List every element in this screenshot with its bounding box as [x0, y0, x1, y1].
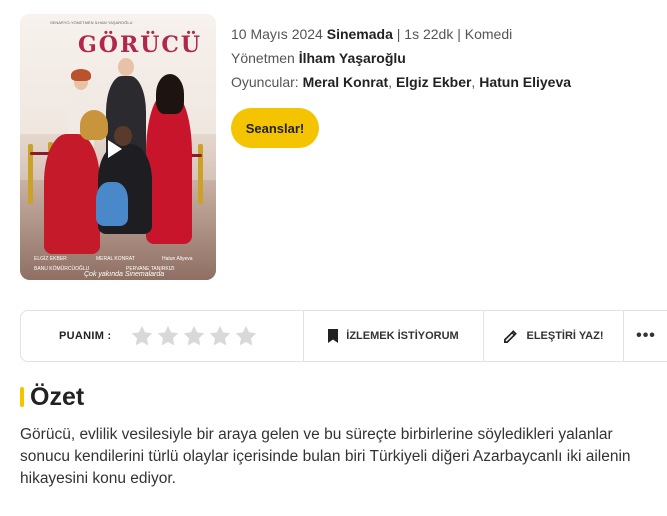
cast-comma: , [388, 74, 393, 90]
star-icon[interactable] [156, 324, 180, 348]
more-icon: ••• [636, 327, 656, 344]
poster-figure-hair [156, 74, 184, 114]
watchlist-button[interactable]: İZLEMEK İSTİYORUM [304, 311, 484, 361]
rating-widget: PUANIM : [21, 311, 304, 361]
duration: 1s 22dk [404, 26, 454, 42]
heading-accent-bar [20, 387, 24, 407]
star-icon[interactable] [182, 324, 206, 348]
play-icon[interactable] [108, 140, 122, 158]
review-label: ELEŞTİRİ YAZ! [526, 330, 604, 342]
action-bar: PUANIM : İZLEMEK İSTİYORUM ELEŞTİRİ YAZ!… [20, 310, 667, 362]
poster-figure [146, 94, 192, 244]
meta-row-cast: Oyuncular: Meral Konrat, Elgiz Ekber, Ha… [231, 70, 571, 94]
poster-figure-hair [80, 110, 108, 140]
meta-separator: | [457, 26, 461, 42]
cast-link[interactable]: Meral Konrat [303, 74, 389, 90]
stanchion [198, 144, 203, 204]
pencil-icon [504, 329, 518, 343]
poster-figure [44, 134, 100, 254]
director-link[interactable]: İlham Yaşaroğlu [299, 50, 406, 66]
more-button[interactable]: ••• [624, 311, 667, 361]
summary-title: Özet [30, 382, 85, 411]
poster-signature: Çok yakında Sinemalarda [84, 271, 165, 278]
director-label: Yönetmen [231, 50, 295, 66]
meta-separator: | [396, 26, 401, 42]
cast-link[interactable]: Elgiz Ekber [396, 74, 471, 90]
star-icon[interactable] [208, 324, 232, 348]
poster-name: BANU KÖMÜRCÜOĞLU [34, 266, 90, 272]
movie-meta: 10 Mayıs 2024 Sinemada | 1s 22dk | Komed… [231, 22, 571, 94]
poster-name: MERAL KONRAT [96, 256, 135, 262]
poster-name: ELGİZ EKBER [34, 256, 67, 262]
watchlist-label: İZLEMEK İSTİYORUM [346, 330, 459, 342]
meta-row-release: 10 Mayıs 2024 Sinemada | 1s 22dk | Komed… [231, 22, 571, 46]
rating-label: PUANIM : [59, 330, 112, 342]
release-status: Sinemada [326, 26, 393, 42]
poster-credits-top: SENARYO-YÖNETMEN İLHAM YAŞAROĞLU [50, 20, 133, 25]
meta-row-director: Yönetmen İlham Yaşaroğlu [231, 46, 571, 70]
star-icon[interactable] [234, 324, 258, 348]
poster-name: Hatun Aliyeva [162, 256, 193, 262]
poster-figure-child [96, 182, 128, 226]
movie-poster[interactable]: SENARYO-YÖNETMEN İLHAM YAŞAROĞLU GÖRÜCÜ … [20, 14, 216, 280]
release-date: 10 Mayıs 2024 [231, 26, 323, 42]
cast-comma: , [471, 74, 476, 90]
poster-figure-hair [71, 69, 91, 81]
summary-heading: Özet [20, 382, 84, 412]
cast-label: Oyuncular: [231, 74, 299, 90]
genre-link[interactable]: Komedi [465, 26, 512, 42]
cast-link[interactable]: Hatun Eliyeva [479, 74, 571, 90]
write-review-button[interactable]: ELEŞTİRİ YAZ! [484, 311, 624, 361]
poster-title-art: GÖRÜCÜ [78, 32, 203, 58]
bookmark-icon [328, 329, 339, 343]
summary-text: Görücü, evlilik vesilesiyle bir araya ge… [20, 426, 631, 487]
poster-figure-head [118, 58, 134, 76]
seanslar-button[interactable]: Seanslar! [231, 108, 319, 148]
star-icon[interactable] [130, 324, 154, 348]
